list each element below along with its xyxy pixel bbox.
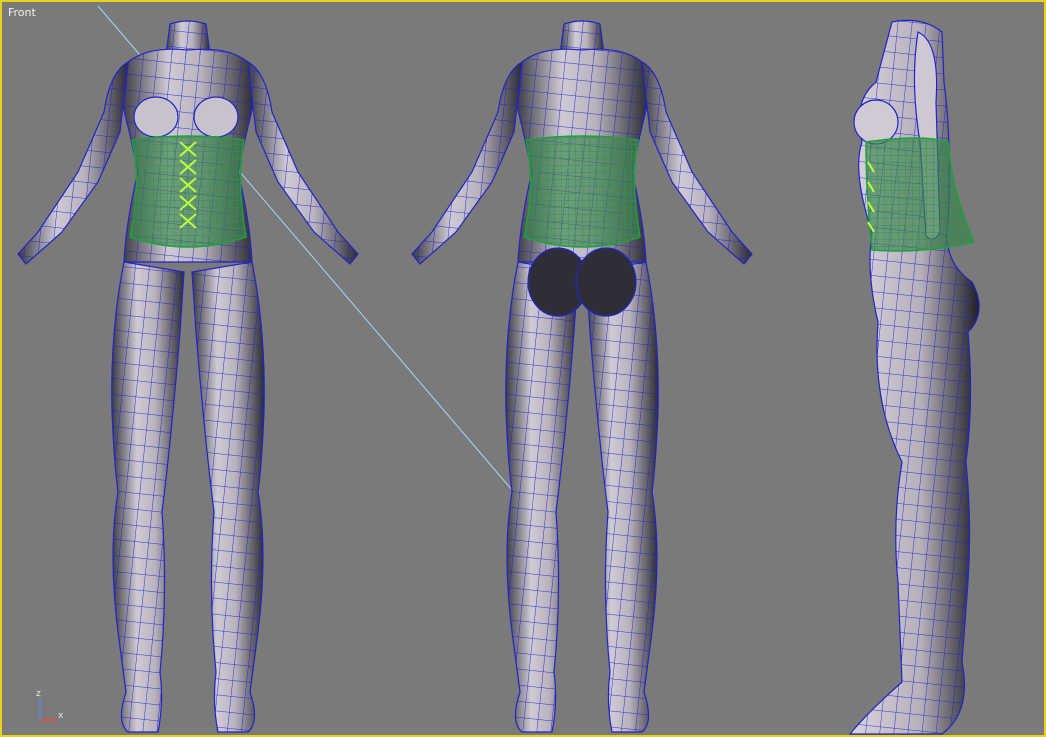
axis-x-label: x (58, 711, 64, 721)
front-viewport[interactable]: Front z x (0, 0, 1046, 737)
scene-canvas[interactable]: z x (2, 2, 1046, 737)
model-side[interactable] (848, 19, 980, 735)
axis-gizmo: z x (36, 689, 64, 721)
viewport-label[interactable]: Front (8, 6, 36, 19)
model-front[interactable] (17, 20, 359, 733)
axis-z-label: z (36, 689, 41, 699)
model-back[interactable] (411, 20, 753, 733)
